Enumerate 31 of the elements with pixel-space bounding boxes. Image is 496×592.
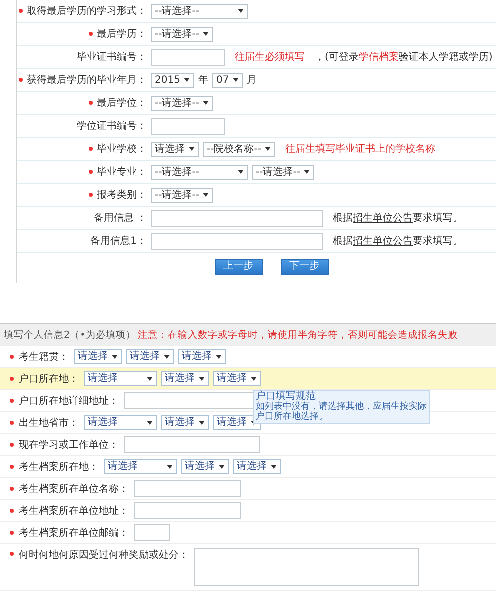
field-label: 现在学习或工作单位： bbox=[19, 438, 119, 452]
section-title: 填写个人信息2（•为必填项） bbox=[4, 328, 136, 342]
unit-label: 月 bbox=[247, 74, 258, 87]
unit-label: 年 bbox=[198, 74, 208, 87]
field-label: 备用信息1： bbox=[90, 234, 147, 248]
field-label: 毕业学校： bbox=[97, 142, 147, 156]
hint-text: 根据招生单位公告要求填写。 bbox=[333, 212, 463, 225]
field-label: 最后学位： bbox=[97, 96, 147, 110]
field-label: 毕业专业： bbox=[97, 166, 147, 179]
field-label: 考生档案所在单位地址： bbox=[19, 504, 129, 518]
field-label: 备用信息 ： bbox=[94, 212, 147, 225]
warning-text: 往届生填写毕业证书上的学校名称 bbox=[285, 142, 436, 156]
field-label: 何时何地何原因受过何种奖励或处分： bbox=[19, 548, 189, 562]
field-label: 户口所在地： bbox=[19, 372, 79, 386]
field-label: 考生档案所在单位名称： bbox=[19, 482, 129, 496]
notice-text: 注意：在输入数字或字母时，请使用半角字符，否则可能会造成报名失败 bbox=[138, 328, 458, 342]
field-label: 取得最后学历的学习形式： bbox=[27, 4, 147, 18]
field-label: 出生地省市： bbox=[19, 416, 79, 430]
field-label: 考生档案所在单位邮编： bbox=[19, 526, 129, 540]
field-label: 获得最后学历的毕业年月： bbox=[27, 74, 147, 87]
hint-text: 根据招生单位公告要求填写。 bbox=[333, 234, 463, 248]
field-label: 考生籍贯： bbox=[19, 350, 69, 364]
warning-text: 往届生必须填写 bbox=[235, 50, 305, 64]
field-label: 毕业证书编号： bbox=[77, 50, 147, 64]
field-label: 户口所在地详细地址： bbox=[19, 394, 119, 408]
field-label: 最后学历： bbox=[97, 28, 147, 41]
tooltip-title: 户口填写规范 bbox=[256, 392, 317, 402]
hint-text: ，(可登录学信档案验证本人学籍或学历) bbox=[315, 50, 493, 64]
field-label: 报考类别： bbox=[97, 188, 147, 202]
field-label: 考生档案所在地： bbox=[19, 460, 99, 474]
field-label: 学位证书编号： bbox=[77, 120, 147, 133]
